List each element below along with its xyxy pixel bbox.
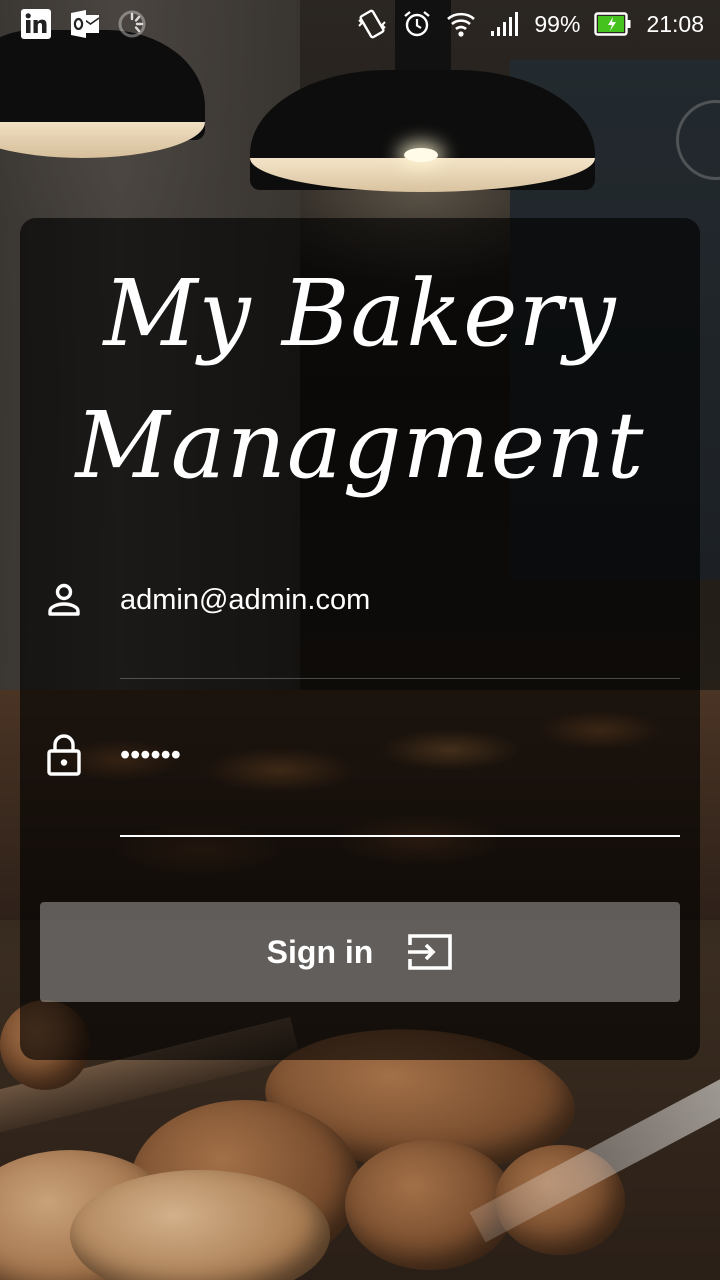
linkedin-icon: [20, 8, 52, 40]
sign-in-icon: [407, 933, 453, 971]
vibrate-icon: [356, 9, 388, 39]
app-title-line-1: My Bakery: [103, 260, 617, 367]
email-field-row: [20, 538, 700, 679]
password-field[interactable]: [120, 729, 680, 781]
password-field-underline: [120, 835, 680, 837]
loading-icon: [118, 10, 146, 38]
battery-charging-icon: [594, 12, 632, 36]
app-title: My Bakery Managment: [20, 248, 700, 512]
login-card: My Bakery Managment Sign in: [20, 218, 700, 1060]
status-bar: 99% 21:08: [0, 0, 720, 48]
alarm-icon: [402, 9, 432, 39]
clock-time: 21:08: [646, 10, 704, 37]
sign-in-button[interactable]: Sign in: [40, 902, 680, 1002]
email-field[interactable]: [120, 574, 680, 626]
password-field-row: [20, 693, 700, 837]
signal-icon: [490, 11, 520, 37]
battery-percent: 99%: [534, 10, 581, 37]
wifi-icon: [446, 9, 476, 39]
email-field-underline: [120, 678, 680, 679]
sign-in-label: Sign in: [266, 933, 374, 970]
lock-icon: [46, 734, 82, 776]
outlook-icon: [70, 10, 100, 38]
person-icon: [46, 580, 82, 620]
app-title-line-2: Managment: [75, 392, 645, 499]
